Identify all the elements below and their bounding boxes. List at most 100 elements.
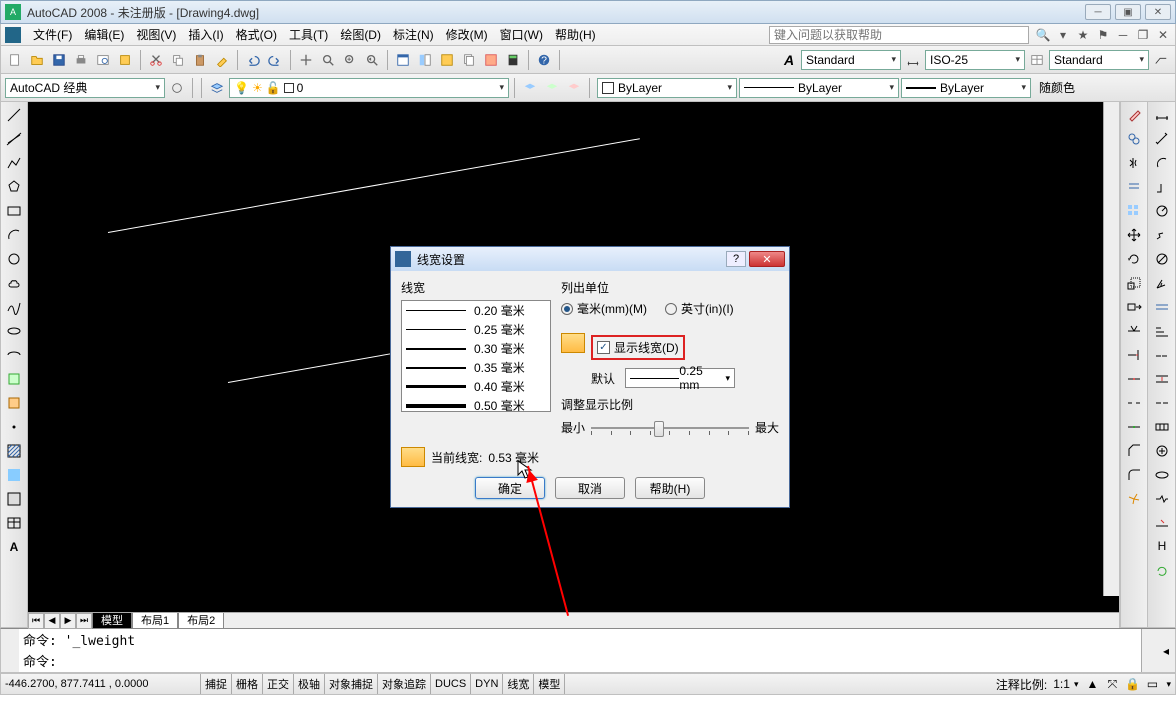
quick-dim-icon[interactable] bbox=[1151, 296, 1173, 318]
cut-icon[interactable] bbox=[146, 50, 166, 70]
anno-autoscale-icon[interactable]: ⤧ bbox=[1104, 676, 1120, 692]
tab-prev-icon[interactable]: ◀ bbox=[44, 613, 60, 629]
quickcalc-icon[interactable] bbox=[503, 50, 523, 70]
copy-icon[interactable] bbox=[168, 50, 188, 70]
layer-states-icon[interactable] bbox=[520, 78, 540, 98]
tab-first-icon[interactable]: ⏮ bbox=[28, 613, 44, 629]
zoom-previous-icon[interactable] bbox=[362, 50, 382, 70]
center-mark-icon[interactable] bbox=[1151, 440, 1173, 462]
tab-layout2[interactable]: 布局2 bbox=[178, 613, 224, 629]
text-style-dropdown[interactable]: Standard▾ bbox=[801, 50, 901, 70]
color-dropdown[interactable]: ByLayer▾ bbox=[597, 78, 737, 98]
match-props-icon[interactable] bbox=[212, 50, 232, 70]
command-input-line[interactable]: 命令: bbox=[19, 650, 1141, 671]
copy2-icon[interactable] bbox=[1123, 128, 1145, 150]
dim-space-icon[interactable] bbox=[1151, 368, 1173, 390]
dim-radius-icon[interactable] bbox=[1151, 200, 1173, 222]
text-style-icon[interactable]: A bbox=[779, 50, 799, 70]
lw-item-2[interactable]: 0.30 毫米 bbox=[402, 339, 550, 358]
lw-item-4[interactable]: 0.40 毫米 bbox=[402, 377, 550, 396]
save-icon[interactable] bbox=[49, 50, 69, 70]
properties-icon[interactable] bbox=[393, 50, 413, 70]
help-button[interactable]: 帮助(H) bbox=[635, 477, 705, 499]
close-button[interactable]: ✕ bbox=[1145, 4, 1171, 20]
tab-last-icon[interactable]: ⏭ bbox=[76, 613, 92, 629]
erase-icon[interactable] bbox=[1123, 104, 1145, 126]
hatch-icon[interactable] bbox=[3, 440, 25, 462]
dialog-titlebar[interactable]: 线宽设置 ? ✕ bbox=[391, 247, 789, 271]
join-icon[interactable] bbox=[1123, 416, 1145, 438]
polyline-icon[interactable] bbox=[3, 152, 25, 174]
redo-icon[interactable] bbox=[265, 50, 285, 70]
menu-insert[interactable]: 插入(I) bbox=[182, 24, 229, 45]
mtext-icon[interactable]: A bbox=[3, 536, 25, 558]
dim-linear-icon[interactable] bbox=[1151, 104, 1173, 126]
line-icon[interactable] bbox=[3, 104, 25, 126]
scale-slider-thumb[interactable] bbox=[654, 421, 664, 437]
fillet-icon[interactable] bbox=[1123, 464, 1145, 486]
dim-continue-icon[interactable] bbox=[1151, 344, 1173, 366]
zoom-window-icon[interactable] bbox=[340, 50, 360, 70]
lw-item-3[interactable]: 0.35 毫米 bbox=[402, 358, 550, 377]
rotate-icon[interactable] bbox=[1123, 248, 1145, 270]
favorites-icon[interactable]: ⚑ bbox=[1095, 27, 1111, 43]
dim-baseline-icon[interactable] bbox=[1151, 320, 1173, 342]
command-handle[interactable] bbox=[1, 629, 19, 672]
lineweight-listbox[interactable]: 0.20 毫米 0.25 毫米 0.30 毫米 0.35 毫米 0.40 毫米 … bbox=[401, 300, 551, 412]
polar-toggle[interactable]: 极轴 bbox=[294, 674, 325, 694]
doc-minimize-icon[interactable]: ─ bbox=[1115, 27, 1131, 43]
jogged-linear-icon[interactable] bbox=[1151, 488, 1173, 510]
menu-tools[interactable]: 工具(T) bbox=[283, 24, 334, 45]
help-search-input[interactable] bbox=[769, 26, 1029, 44]
menu-draw[interactable]: 绘图(D) bbox=[334, 24, 387, 45]
doc-close-icon[interactable]: ✕ bbox=[1155, 27, 1171, 43]
workspace-dropdown[interactable]: AutoCAD 经典▾ bbox=[5, 78, 165, 98]
move-icon[interactable] bbox=[1123, 224, 1145, 246]
spline-icon[interactable] bbox=[3, 296, 25, 318]
lwt-toggle[interactable]: 线宽 bbox=[503, 674, 534, 694]
menu-edit[interactable]: 编辑(E) bbox=[78, 24, 130, 45]
tool-palettes-icon[interactable] bbox=[437, 50, 457, 70]
anno-visibility-icon[interactable]: ▲ bbox=[1084, 676, 1100, 692]
workspace-settings-icon[interactable] bbox=[167, 78, 187, 98]
print-icon[interactable] bbox=[71, 50, 91, 70]
pan-icon[interactable] bbox=[296, 50, 316, 70]
gradient-icon[interactable] bbox=[3, 464, 25, 486]
dialog-close-button[interactable]: ✕ bbox=[749, 251, 785, 267]
dim-ordinate-icon[interactable] bbox=[1151, 176, 1173, 198]
layer-dropdown[interactable]: 💡☀🔓 0 ▾ bbox=[229, 78, 509, 98]
osnap-toggle[interactable]: 对象捕捉 bbox=[325, 674, 378, 694]
scale-icon[interactable] bbox=[1123, 272, 1145, 294]
unit-in-radio[interactable]: 英寸(in)(I) bbox=[665, 300, 734, 317]
help-caret-icon[interactable]: ▾ bbox=[1055, 27, 1071, 43]
dim-arc-icon[interactable] bbox=[1151, 152, 1173, 174]
dim-diameter-icon[interactable] bbox=[1151, 248, 1173, 270]
tolerance-icon[interactable] bbox=[1151, 416, 1173, 438]
layer-previous-icon[interactable] bbox=[542, 78, 562, 98]
multileader-icon[interactable] bbox=[1151, 50, 1171, 70]
revcloud-icon[interactable] bbox=[3, 272, 25, 294]
ortho-toggle[interactable]: 正交 bbox=[263, 674, 294, 694]
undo-icon[interactable] bbox=[243, 50, 263, 70]
dialog-help-icon[interactable]: ? bbox=[726, 251, 746, 267]
point-icon[interactable] bbox=[3, 416, 25, 438]
menu-window[interactable]: 窗口(W) bbox=[494, 24, 549, 45]
table-style-icon[interactable] bbox=[1027, 50, 1047, 70]
menu-modify[interactable]: 修改(M) bbox=[440, 24, 494, 45]
lineweight-dropdown[interactable]: ByLayer▾ bbox=[901, 78, 1031, 98]
layer-match-icon[interactable] bbox=[564, 78, 584, 98]
anno-scale-caret-icon[interactable]: ▾ bbox=[1070, 679, 1083, 690]
stretch-icon[interactable] bbox=[1123, 296, 1145, 318]
grid-toggle[interactable]: 栅格 bbox=[232, 674, 263, 694]
inspect-dim-icon[interactable] bbox=[1151, 464, 1173, 486]
make-block-icon[interactable] bbox=[3, 392, 25, 414]
model-toggle[interactable]: 模型 bbox=[534, 674, 565, 694]
open-icon[interactable] bbox=[27, 50, 47, 70]
publish-icon[interactable] bbox=[115, 50, 135, 70]
arc-icon[interactable] bbox=[3, 224, 25, 246]
insert-block-icon[interactable] bbox=[3, 368, 25, 390]
command-scrollbar[interactable] bbox=[1141, 629, 1157, 672]
offset-icon[interactable] bbox=[1123, 176, 1145, 198]
ellipse-icon[interactable] bbox=[3, 320, 25, 342]
menu-view[interactable]: 视图(V) bbox=[130, 24, 182, 45]
